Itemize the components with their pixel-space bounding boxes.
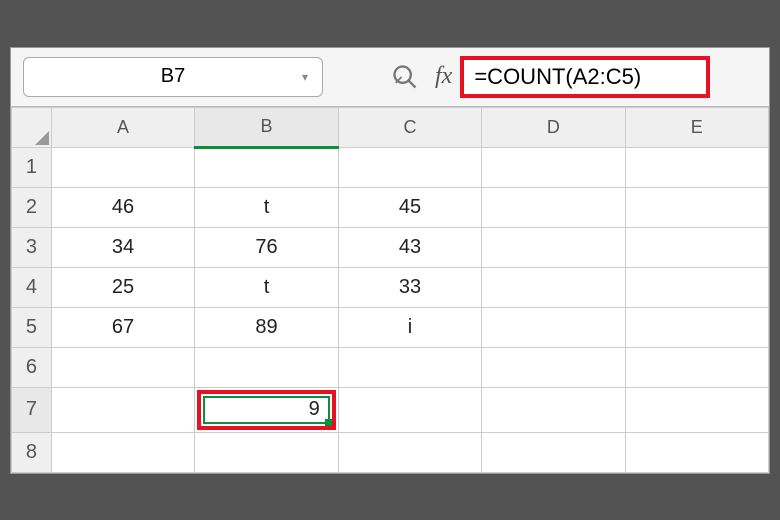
cell-b6[interactable]: [195, 347, 339, 387]
cell-c8[interactable]: [338, 432, 481, 472]
row-5: 5 67 89 i: [12, 307, 769, 347]
cell-b3[interactable]: 76: [195, 227, 339, 267]
cell-c6[interactable]: [338, 347, 481, 387]
cell-d6[interactable]: [482, 347, 625, 387]
row-4: 4 25 t 33: [12, 267, 769, 307]
cell-e3[interactable]: [625, 227, 768, 267]
active-cell-border: 9: [203, 396, 330, 424]
cell-d1[interactable]: [482, 147, 625, 187]
row-header-4[interactable]: 4: [12, 267, 52, 307]
col-header-a[interactable]: A: [51, 107, 194, 147]
fx-icon[interactable]: fx: [435, 63, 452, 90]
row-7: 7 9: [12, 387, 769, 432]
cell-b5[interactable]: 89: [195, 307, 339, 347]
cell-e5[interactable]: [625, 307, 768, 347]
col-header-b[interactable]: B: [195, 107, 339, 147]
cell-a2[interactable]: 46: [51, 187, 194, 227]
cell-e8[interactable]: [625, 432, 768, 472]
row-1: 1: [12, 147, 769, 187]
formula-bar: B7 ▾ fx =COUNT(A2:C5): [11, 48, 769, 107]
col-header-e[interactable]: E: [625, 107, 768, 147]
cell-a6[interactable]: [51, 347, 194, 387]
cell-e6[interactable]: [625, 347, 768, 387]
cell-a7[interactable]: [51, 387, 194, 432]
cell-c3[interactable]: 43: [338, 227, 481, 267]
row-8: 8: [12, 432, 769, 472]
name-box[interactable]: B7 ▾: [23, 57, 323, 97]
row-header-6[interactable]: 6: [12, 347, 52, 387]
formula-bar-icons: fx: [391, 63, 452, 91]
cell-a3[interactable]: 34: [51, 227, 194, 267]
cell-e7[interactable]: [625, 387, 768, 432]
cell-b7[interactable]: 9: [195, 387, 339, 432]
name-box-value: B7: [161, 65, 185, 88]
select-all-corner[interactable]: [12, 107, 52, 147]
highlight-box: 9: [197, 390, 336, 430]
cell-a4[interactable]: 25: [51, 267, 194, 307]
row-header-1[interactable]: 1: [12, 147, 52, 187]
cell-b2[interactable]: t: [195, 187, 339, 227]
cell-a8[interactable]: [51, 432, 194, 472]
magnifier-icon[interactable]: [391, 63, 419, 91]
cell-a1[interactable]: [51, 147, 194, 187]
active-cell-value: 9: [309, 398, 320, 421]
cell-e2[interactable]: [625, 187, 768, 227]
col-header-c[interactable]: C: [338, 107, 481, 147]
cell-d5[interactable]: [482, 307, 625, 347]
cell-c4[interactable]: 33: [338, 267, 481, 307]
cell-a5[interactable]: 67: [51, 307, 194, 347]
cell-c1[interactable]: [338, 147, 481, 187]
row-3: 3 34 76 43: [12, 227, 769, 267]
cell-d8[interactable]: [482, 432, 625, 472]
row-header-5[interactable]: 5: [12, 307, 52, 347]
row-2: 2 46 t 45: [12, 187, 769, 227]
chevron-down-icon[interactable]: ▾: [302, 70, 308, 84]
row-6: 6: [12, 347, 769, 387]
cell-d2[interactable]: [482, 187, 625, 227]
cell-d4[interactable]: [482, 267, 625, 307]
formula-text: =COUNT(A2:C5): [474, 64, 641, 90]
cell-d3[interactable]: [482, 227, 625, 267]
cell-c2[interactable]: 45: [338, 187, 481, 227]
spreadsheet-window: B7 ▾ fx =COUNT(A2:C5) A B C D E: [10, 47, 770, 474]
cell-b8[interactable]: [195, 432, 339, 472]
fill-handle[interactable]: [325, 419, 332, 426]
row-header-3[interactable]: 3: [12, 227, 52, 267]
cell-c7[interactable]: [338, 387, 481, 432]
col-header-d[interactable]: D: [482, 107, 625, 147]
cell-d7[interactable]: [482, 387, 625, 432]
formula-input[interactable]: =COUNT(A2:C5): [460, 56, 710, 98]
cell-e4[interactable]: [625, 267, 768, 307]
row-header-7[interactable]: 7: [12, 387, 52, 432]
column-header-row: A B C D E: [12, 107, 769, 147]
cell-e1[interactable]: [625, 147, 768, 187]
cell-c5[interactable]: i: [338, 307, 481, 347]
cell-b4[interactable]: t: [195, 267, 339, 307]
cell-b1[interactable]: [195, 147, 339, 187]
row-header-2[interactable]: 2: [12, 187, 52, 227]
cell-grid: A B C D E 1 2 46 t 45: [11, 107, 769, 473]
row-header-8[interactable]: 8: [12, 432, 52, 472]
